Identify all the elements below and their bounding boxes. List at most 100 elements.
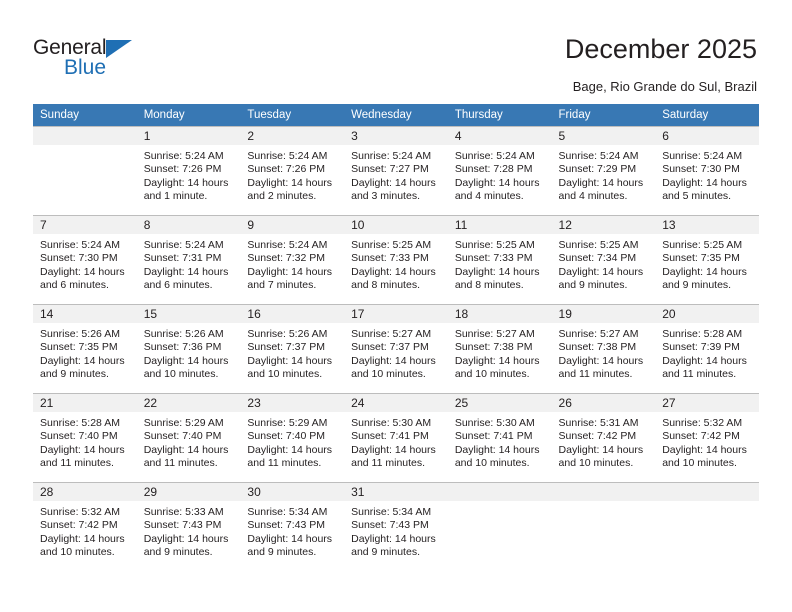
calendar-day-cell[interactable]: 4 Sunrise: 5:24 AM Sunset: 7:28 PM Daylight… xyxy=(447,126,552,215)
calendar-day-cell[interactable]: 27 Sunrise: 5:32 AM Sunset: 7:42 PM Dayligh… xyxy=(655,393,759,482)
day-cell-details: Sunrise: 5:32 AM Sunset: 7:42 PM Daylight:… xyxy=(655,412,759,471)
calendar-day-cell[interactable]: 31 Sunrise: 5:34 AM Sunset: 7:43 PM Dayligh… xyxy=(344,482,448,571)
day-cell-inner: 13 Sunrise: 5:25 AM Sunset: 7:35 PM Dayligh… xyxy=(655,215,759,304)
calendar-day-cell[interactable]: 12 Sunrise: 5:25 AM Sunset: 7:34 PM Dayligh… xyxy=(551,215,656,304)
calendar-day-cell[interactable]: 24 Sunrise: 5:30 AM Sunset: 7:41 PM Dayligh… xyxy=(344,393,448,482)
daylight-text-line2: and 8 minutes. xyxy=(351,279,420,292)
weekday-header-saturday: Saturday xyxy=(655,104,759,126)
calendar-day-cell[interactable]: 3 Sunrise: 5:24 AM Sunset: 7:27 PM Daylight… xyxy=(344,126,448,215)
calendar-day-cell[interactable]: 9 Sunrise: 5:24 AM Sunset: 7:32 PM Daylight… xyxy=(240,215,345,304)
calendar-day-cell[interactable]: 8 Sunrise: 5:24 AM Sunset: 7:31 PM Daylight… xyxy=(136,215,241,304)
page-subtitle: Bage, Rio Grande do Sul, Brazil xyxy=(572,79,757,94)
calendar-day-cell[interactable]: 18 Sunrise: 5:27 AM Sunset: 7:38 PM Dayligh… xyxy=(447,304,552,393)
day-number-bar: 10 xyxy=(344,216,448,234)
calendar-day-cell[interactable]: 11 Sunrise: 5:25 AM Sunset: 7:33 PM Dayligh… xyxy=(447,215,552,304)
sunset-text: Sunset: 7:31 PM xyxy=(143,252,222,265)
day-cell-inner: 16 Sunrise: 5:26 AM Sunset: 7:37 PM Dayligh… xyxy=(240,304,345,393)
day-number-bar: 19 xyxy=(551,305,656,323)
day-number: 7 xyxy=(40,218,47,232)
calendar-day-cell xyxy=(447,482,552,571)
sunrise-text: Sunrise: 5:24 AM xyxy=(247,239,328,251)
day-cell-inner: 7 Sunrise: 5:24 AM Sunset: 7:30 PM Daylight… xyxy=(33,215,137,304)
day-number-bar: 6 xyxy=(655,127,759,145)
sunrise-text: Sunrise: 5:30 AM xyxy=(351,417,432,429)
day-cell-details: Sunrise: 5:27 AM Sunset: 7:38 PM Daylight:… xyxy=(448,323,552,382)
calendar-week-row: 21 Sunrise: 5:28 AM Sunset: 7:40 PM Dayligh… xyxy=(33,393,759,482)
calendar-day-cell[interactable]: 28 Sunrise: 5:32 AM Sunset: 7:42 PM Dayligh… xyxy=(33,482,137,571)
sunrise-text: Sunrise: 5:34 AM xyxy=(351,506,432,518)
calendar-day-cell[interactable]: 16 Sunrise: 5:26 AM Sunset: 7:37 PM Dayligh… xyxy=(240,304,345,393)
day-number: 22 xyxy=(143,396,158,410)
calendar-day-cell[interactable]: 2 Sunrise: 5:24 AM Sunset: 7:26 PM Daylight… xyxy=(240,126,345,215)
daylight-text-line1: Daylight: 14 hours xyxy=(351,265,436,278)
calendar-day-cell[interactable]: 23 Sunrise: 5:29 AM Sunset: 7:40 PM Dayligh… xyxy=(240,393,345,482)
daylight-text-line2: and 10 minutes. xyxy=(662,457,737,470)
calendar-day-cell[interactable]: 29 Sunrise: 5:33 AM Sunset: 7:43 PM Dayligh… xyxy=(136,482,241,571)
calendar-day-cell[interactable]: 17 Sunrise: 5:27 AM Sunset: 7:37 PM Dayligh… xyxy=(344,304,448,393)
calendar-day-cell[interactable]: 5 Sunrise: 5:24 AM Sunset: 7:29 PM Daylight… xyxy=(551,126,656,215)
sunrise-text: Sunrise: 5:28 AM xyxy=(40,417,120,429)
calendar-day-cell[interactable]: 6 Sunrise: 5:24 AM Sunset: 7:30 PM Daylight… xyxy=(655,126,759,215)
calendar-day-cell[interactable]: 22 Sunrise: 5:29 AM Sunset: 7:40 PM Dayligh… xyxy=(136,393,241,482)
calendar-day-cell xyxy=(655,482,759,571)
day-cell-details: Sunrise: 5:27 AM Sunset: 7:37 PM Daylight:… xyxy=(344,323,448,382)
day-number-bar: 26 xyxy=(551,394,656,412)
day-number: 16 xyxy=(247,307,261,321)
daylight-text-line2: and 11 minutes. xyxy=(351,457,426,470)
daylight-text-line1: Daylight: 14 hours xyxy=(247,532,333,545)
day-number-bar: 30 xyxy=(240,483,345,501)
daylight-text-line1: Daylight: 14 hours xyxy=(662,443,747,456)
sunset-text: Sunset: 7:43 PM xyxy=(247,519,326,532)
calendar-day-cell[interactable]: 13 Sunrise: 5:25 AM Sunset: 7:35 PM Dayligh… xyxy=(655,215,759,304)
calendar-day-cell[interactable]: 19 Sunrise: 5:27 AM Sunset: 7:38 PM Dayligh… xyxy=(551,304,656,393)
calendar-day-cell[interactable]: 14 Sunrise: 5:26 AM Sunset: 7:35 PM Dayligh… xyxy=(33,304,137,393)
day-cell-details: Sunrise: 5:33 AM Sunset: 7:43 PM Daylight:… xyxy=(137,501,241,560)
sunrise-text: Sunrise: 5:32 AM xyxy=(662,417,743,429)
day-cell-inner: 14 Sunrise: 5:26 AM Sunset: 7:35 PM Dayligh… xyxy=(33,304,137,393)
day-number: 3 xyxy=(351,129,358,143)
sunrise-text: Sunrise: 5:25 AM xyxy=(351,239,432,251)
day-number-bar xyxy=(33,127,137,145)
sunset-text: Sunset: 7:38 PM xyxy=(558,341,637,354)
sunset-text: Sunset: 7:29 PM xyxy=(558,163,637,176)
weekday-header-friday: Friday xyxy=(551,104,656,126)
daylight-text-line2: and 9 minutes. xyxy=(40,368,109,381)
calendar-day-cell[interactable]: 30 Sunrise: 5:34 AM Sunset: 7:43 PM Dayligh… xyxy=(240,482,345,571)
daylight-text-line2: and 5 minutes. xyxy=(662,190,732,203)
calendar-week-row: 14 Sunrise: 5:26 AM Sunset: 7:35 PM Dayligh… xyxy=(33,304,759,393)
calendar-day-cell[interactable]: 1 Sunrise: 5:24 AM Sunset: 7:26 PM Daylight… xyxy=(136,126,241,215)
day-number-bar xyxy=(551,483,656,501)
sunrise-text: Sunrise: 5:26 AM xyxy=(247,328,328,340)
calendar-day-cell[interactable]: 21 Sunrise: 5:28 AM Sunset: 7:40 PM Dayligh… xyxy=(33,393,137,482)
sunrise-text: Sunrise: 5:24 AM xyxy=(558,150,639,162)
sunset-text: Sunset: 7:33 PM xyxy=(351,252,429,265)
day-cell-inner: 17 Sunrise: 5:27 AM Sunset: 7:37 PM Dayligh… xyxy=(344,304,448,393)
calendar-day-cell[interactable]: 10 Sunrise: 5:25 AM Sunset: 7:33 PM Dayligh… xyxy=(344,215,448,304)
day-number: 10 xyxy=(351,218,365,232)
calendar-day-cell[interactable]: 20 Sunrise: 5:28 AM Sunset: 7:39 PM Dayligh… xyxy=(655,304,759,393)
sunrise-text: Sunrise: 5:25 AM xyxy=(558,239,639,251)
sunrise-text: Sunrise: 5:34 AM xyxy=(247,506,328,518)
day-number-bar: 14 xyxy=(33,305,137,323)
sunset-text: Sunset: 7:33 PM xyxy=(454,252,533,265)
day-number-bar: 22 xyxy=(136,394,241,412)
calendar-day-cell[interactable]: 7 Sunrise: 5:24 AM Sunset: 7:30 PM Daylight… xyxy=(33,215,137,304)
day-cell-inner: 1 Sunrise: 5:24 AM Sunset: 7:26 PM Daylight… xyxy=(136,126,241,215)
day-number-bar: 7 xyxy=(33,216,137,234)
day-cell-details: Sunrise: 5:24 AM Sunset: 7:31 PM Daylight:… xyxy=(137,234,241,293)
sunset-text: Sunset: 7:26 PM xyxy=(143,163,222,176)
daylight-text-line2: and 6 minutes. xyxy=(40,279,109,292)
calendar-day-cell[interactable]: 15 Sunrise: 5:26 AM Sunset: 7:36 PM Dayligh… xyxy=(136,304,241,393)
daylight-text-line2: and 10 minutes. xyxy=(247,368,323,381)
calendar-day-cell[interactable]: 25 Sunrise: 5:30 AM Sunset: 7:41 PM Dayligh… xyxy=(447,393,552,482)
day-cell-inner: 10 Sunrise: 5:25 AM Sunset: 7:33 PM Dayligh… xyxy=(344,215,448,304)
day-cell-details: Sunrise: 5:26 AM Sunset: 7:35 PM Daylight:… xyxy=(33,323,137,382)
sunrise-text: Sunrise: 5:25 AM xyxy=(662,239,743,251)
day-number: 29 xyxy=(143,485,158,499)
day-cell-inner: 8 Sunrise: 5:24 AM Sunset: 7:31 PM Daylight… xyxy=(136,215,241,304)
calendar-day-cell[interactable]: 26 Sunrise: 5:31 AM Sunset: 7:42 PM Dayligh… xyxy=(551,393,656,482)
general-blue-logo[interactable]: General Blue xyxy=(33,36,183,84)
daylight-text-line2: and 8 minutes. xyxy=(454,279,524,292)
daylight-text-line1: Daylight: 14 hours xyxy=(454,176,540,189)
sunset-text: Sunset: 7:41 PM xyxy=(454,430,533,443)
